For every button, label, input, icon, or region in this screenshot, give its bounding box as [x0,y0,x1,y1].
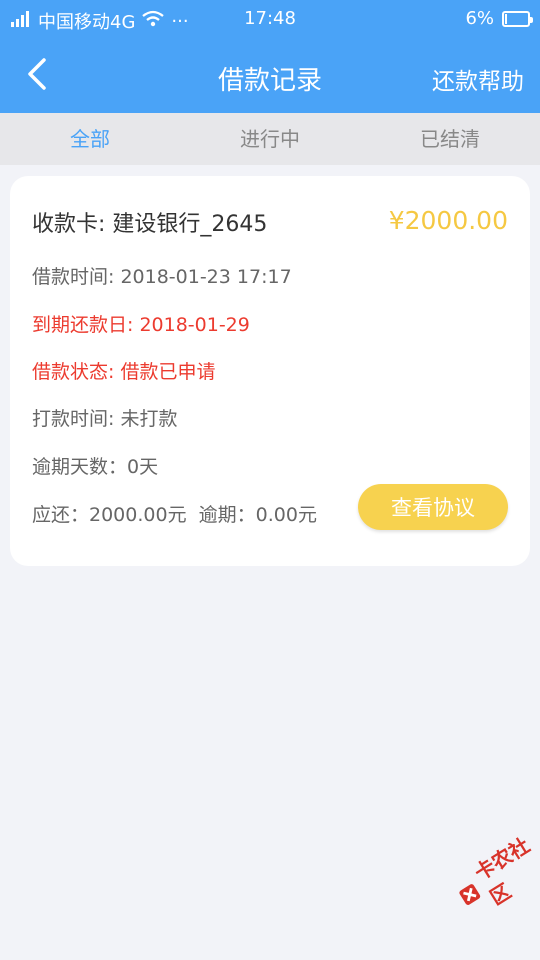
community-watermark: 卡农社区 [440,813,540,934]
tab-all[interactable]: 全部 [0,113,180,165]
battery-fill [505,13,507,24]
due-date: 到期还款日: 2018-01-29 [32,314,250,336]
navigation-bar: 借款记录 还款帮助 [0,38,540,113]
watermark-logo-icon [459,884,481,905]
loan-time: 借款时间: 2018-01-23 17:17 [32,266,292,288]
battery-percent: 6% [465,8,494,29]
app-header: 中国移动4G ··· 17:48 6% 借款记录 还款帮助 [0,0,540,113]
payment-time: 打款时间: 未打款 [32,408,178,430]
status-time: 17:48 [244,8,296,29]
overdue-days: 逾期天数：0天 [32,456,159,478]
tab-in-progress[interactable]: 进行中 [180,113,360,165]
back-button[interactable] [16,50,64,98]
loan-status: 借款状态: 借款已申请 [32,361,216,383]
status-right: 6% [465,8,533,29]
loan-record-card[interactable]: 收款卡: 建设银行_2645 ¥2000.00 借款时间: 2018-01-23… [10,176,530,566]
back-arrow-icon [28,58,46,90]
tab-settled[interactable]: 已结清 [360,113,540,165]
view-agreement-button[interactable]: 查看协议 [358,484,508,530]
repayment-help-link[interactable]: 还款帮助 [432,62,524,96]
status-bar: 中国移动4G ··· 17:48 6% [0,0,540,38]
amount-summary: 应还：2000.00元 逾期：0.00元 [32,504,317,526]
loan-amount: ¥2000.00 [388,206,508,235]
receiving-card: 收款卡: 建设银行_2645 [32,212,268,237]
filter-tabs: 全部 进行中 已结清 [0,113,540,165]
battery-icon [502,10,533,27]
